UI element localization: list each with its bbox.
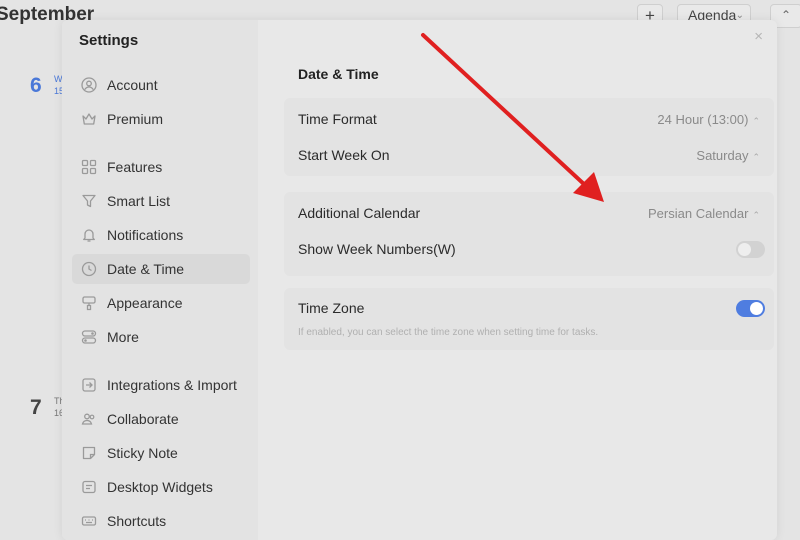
annotation-arrow (421, 33, 604, 202)
arrow-shaft (421, 33, 588, 188)
